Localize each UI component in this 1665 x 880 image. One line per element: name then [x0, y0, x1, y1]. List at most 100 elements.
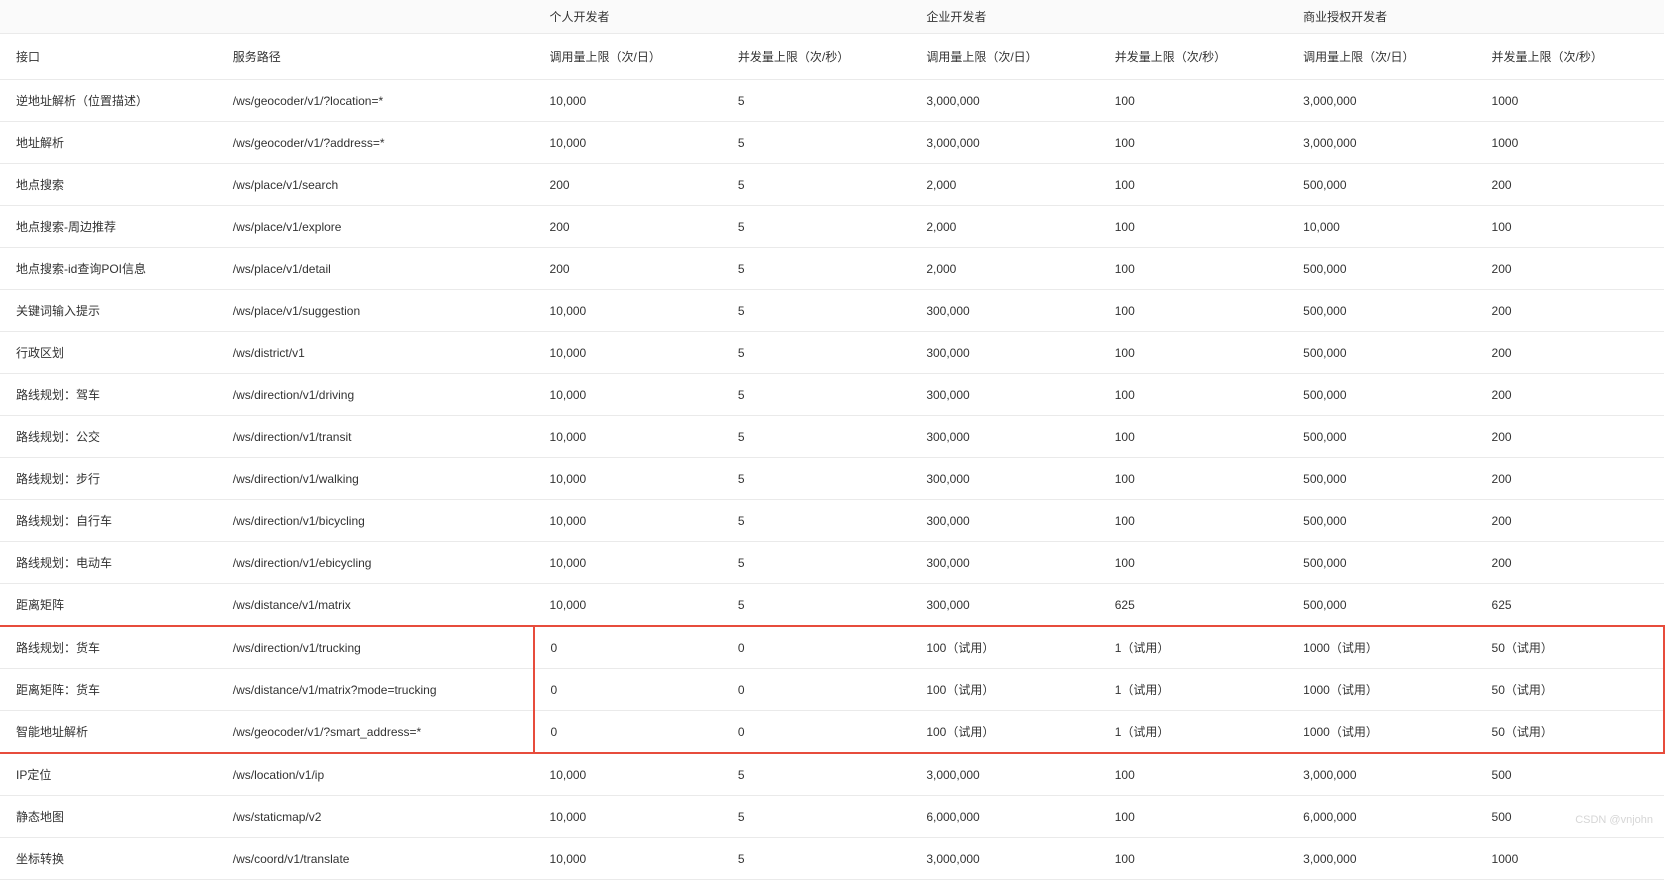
cell-personal-call: 10,000 [534, 122, 722, 164]
cell-commercial-call: 3,000,000 [1287, 80, 1475, 122]
cell-path: /ws/location/v1/ip [217, 753, 534, 796]
cell-api: 坐标转换 [0, 838, 217, 880]
cell-enterprise-call: 300,000 [910, 374, 1098, 416]
cell-enterprise-con: 100 [1099, 164, 1287, 206]
cell-enterprise-call: 6,000,000 [910, 796, 1098, 838]
cell-enterprise-con: 100 [1099, 838, 1287, 880]
cell-personal-call: 10,000 [534, 416, 722, 458]
cell-personal-con: 5 [722, 122, 910, 164]
cell-personal-con: 0 [722, 711, 910, 754]
table-row: 路线规划：驾车/ws/direction/v1/driving10,000530… [0, 374, 1664, 416]
table-row: 逆地址解析（位置描述）/ws/geocoder/v1/?location=*10… [0, 80, 1664, 122]
cell-personal-call: 0 [534, 626, 722, 669]
cell-enterprise-call: 100（试用） [910, 626, 1098, 669]
cell-api: 行政区划 [0, 332, 217, 374]
cell-personal-con: 5 [722, 500, 910, 542]
cell-api: 地点搜索 [0, 164, 217, 206]
header-personal-call: 调用量上限（次/日） [534, 34, 722, 80]
cell-enterprise-call: 3,000,000 [910, 753, 1098, 796]
cell-personal-call: 10,000 [534, 374, 722, 416]
cell-commercial-con: 200 [1476, 290, 1664, 332]
cell-enterprise-con: 1（试用） [1099, 669, 1287, 711]
cell-enterprise-con: 100 [1099, 290, 1287, 332]
cell-enterprise-call: 300,000 [910, 500, 1098, 542]
cell-personal-con: 5 [722, 248, 910, 290]
cell-path: /ws/geocoder/v1/?address=* [217, 122, 534, 164]
cell-commercial-con: 50（试用） [1476, 626, 1664, 669]
cell-api: 路线规划：驾车 [0, 374, 217, 416]
cell-commercial-con: 1000 [1476, 80, 1664, 122]
cell-personal-con: 5 [722, 584, 910, 627]
cell-enterprise-call: 100（试用） [910, 669, 1098, 711]
cell-enterprise-con: 100 [1099, 753, 1287, 796]
cell-path: /ws/direction/v1/transit [217, 416, 534, 458]
cell-api: 路线规划：电动车 [0, 542, 217, 584]
cell-commercial-call: 500,000 [1287, 374, 1475, 416]
cell-path: /ws/place/v1/explore [217, 206, 534, 248]
header-api: 接口 [0, 34, 217, 80]
cell-personal-con: 5 [722, 80, 910, 122]
cell-personal-call: 10,000 [534, 80, 722, 122]
cell-commercial-call: 1000（试用） [1287, 711, 1475, 754]
cell-personal-con: 5 [722, 542, 910, 584]
cell-api: 路线规划：自行车 [0, 500, 217, 542]
cell-enterprise-call: 2,000 [910, 248, 1098, 290]
cell-personal-call: 200 [534, 164, 722, 206]
table-row: IP定位/ws/location/v1/ip10,00053,000,00010… [0, 753, 1664, 796]
cell-commercial-call: 1000（试用） [1287, 669, 1475, 711]
header-commercial-call: 调用量上限（次/日） [1287, 34, 1475, 80]
cell-path: /ws/direction/v1/ebicycling [217, 542, 534, 584]
cell-path: /ws/coord/v1/translate [217, 838, 534, 880]
cell-personal-call: 10,000 [534, 796, 722, 838]
cell-personal-call: 10,000 [534, 584, 722, 627]
cell-enterprise-con: 100 [1099, 374, 1287, 416]
header-group-row: 个人开发者 企业开发者 商业授权开发者 [0, 0, 1664, 34]
cell-path: /ws/direction/v1/bicycling [217, 500, 534, 542]
cell-commercial-call: 3,000,000 [1287, 753, 1475, 796]
cell-path: /ws/direction/v1/trucking [217, 626, 534, 669]
cell-personal-con: 5 [722, 206, 910, 248]
cell-commercial-con: 200 [1476, 542, 1664, 584]
cell-personal-call: 200 [534, 248, 722, 290]
cell-enterprise-call: 300,000 [910, 416, 1098, 458]
cell-personal-con: 5 [722, 838, 910, 880]
table-row: 地点搜索-周边推荐/ws/place/v1/explore20052,00010… [0, 206, 1664, 248]
cell-enterprise-con: 100 [1099, 542, 1287, 584]
cell-enterprise-con: 100 [1099, 416, 1287, 458]
header-group-personal: 个人开发者 [534, 0, 911, 34]
table-row: 路线规划：公交/ws/direction/v1/transit10,000530… [0, 416, 1664, 458]
cell-personal-call: 0 [534, 669, 722, 711]
cell-enterprise-con: 1（试用） [1099, 711, 1287, 754]
header-personal-con: 并发量上限（次/秒） [722, 34, 910, 80]
cell-api: 距离矩阵 [0, 584, 217, 627]
cell-api: 路线规划：步行 [0, 458, 217, 500]
cell-personal-con: 0 [722, 669, 910, 711]
cell-enterprise-call: 3,000,000 [910, 838, 1098, 880]
cell-commercial-call: 500,000 [1287, 164, 1475, 206]
cell-enterprise-con: 1（试用） [1099, 626, 1287, 669]
cell-personal-con: 5 [722, 753, 910, 796]
cell-enterprise-con: 100 [1099, 80, 1287, 122]
cell-enterprise-con: 100 [1099, 458, 1287, 500]
cell-enterprise-call: 300,000 [910, 290, 1098, 332]
cell-api: 关键词输入提示 [0, 290, 217, 332]
watermark: CSDN @vnjohn [1575, 814, 1653, 826]
table-row: 地址解析/ws/geocoder/v1/?address=*10,00053,0… [0, 122, 1664, 164]
header-enterprise-call: 调用量上限（次/日） [910, 34, 1098, 80]
cell-path: /ws/district/v1 [217, 332, 534, 374]
cell-api: 智能地址解析 [0, 711, 217, 754]
cell-enterprise-call: 2,000 [910, 164, 1098, 206]
table-row: 行政区划/ws/district/v110,0005300,000100500,… [0, 332, 1664, 374]
cell-commercial-call: 500,000 [1287, 416, 1475, 458]
cell-path: /ws/direction/v1/walking [217, 458, 534, 500]
header-commercial-con: 并发量上限（次/秒） [1476, 34, 1664, 80]
cell-api: 路线规划：公交 [0, 416, 217, 458]
cell-commercial-call: 500,000 [1287, 290, 1475, 332]
header-blank [0, 0, 534, 34]
cell-enterprise-con: 100 [1099, 122, 1287, 164]
cell-personal-call: 10,000 [534, 500, 722, 542]
cell-enterprise-con: 100 [1099, 248, 1287, 290]
cell-path: /ws/distance/v1/matrix [217, 584, 534, 627]
cell-api: 静态地图 [0, 796, 217, 838]
cell-personal-con: 5 [722, 374, 910, 416]
